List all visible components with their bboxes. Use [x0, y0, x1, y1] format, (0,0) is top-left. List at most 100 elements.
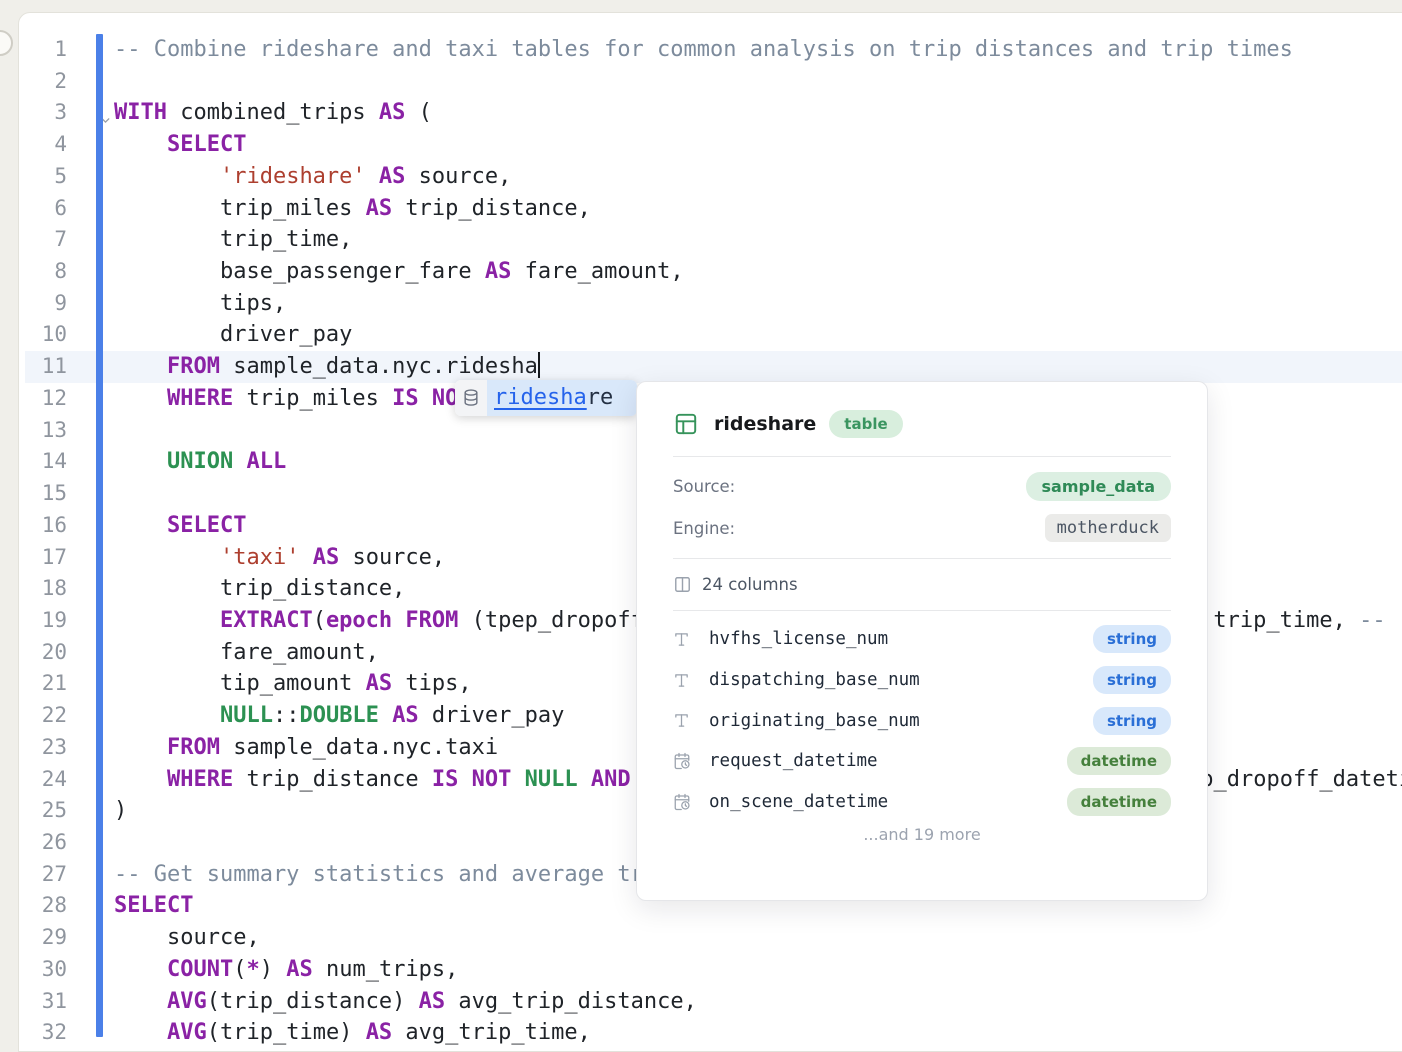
code-text: fare_amount, [114, 637, 379, 669]
line-number: 25 [19, 795, 67, 827]
source-label: Source: [673, 477, 735, 496]
column-type-badge: string [1093, 625, 1171, 653]
column-row: hvfhs_license_numstring [673, 619, 1171, 660]
column-type-badge: string [1093, 707, 1171, 735]
line-number: 26 [19, 827, 67, 859]
line-number: 17 [19, 542, 67, 574]
cursor-caret [538, 352, 540, 378]
code-text: tip_amount AS tips, [114, 668, 472, 700]
line-number: 19 [19, 605, 67, 637]
column-type-badge: datetime [1067, 747, 1171, 775]
line-number: 29 [19, 922, 67, 954]
code-text: WITH combined_trips AS ( [114, 97, 432, 129]
code-line[interactable]: 30 COUNT(*) AS num_trips, [19, 954, 1402, 986]
autocomplete-popup: rideshare [455, 380, 637, 416]
more-columns-note: ...and 19 more [673, 825, 1171, 844]
code-text: tips, [114, 288, 286, 320]
popover-title: rideshare [714, 413, 816, 435]
column-row: originating_base_numstring [673, 700, 1171, 741]
line-number: 5 [19, 161, 67, 193]
line-number: 9 [19, 288, 67, 320]
line-number: 21 [19, 668, 67, 700]
divider [673, 610, 1171, 611]
code-text: trip_miles AS trip_distance, [114, 193, 591, 225]
autocomplete-rest-text: re [587, 385, 614, 410]
line-number: 28 [19, 890, 67, 922]
code-text: AVG(trip_distance) AS avg_trip_distance, [114, 986, 697, 1018]
code-text: AVG(trip_time) AS avg_trip_time, [114, 1017, 591, 1049]
divider [673, 456, 1171, 457]
line-number: 4 [19, 129, 67, 161]
popover-header: rideshare table [673, 408, 1171, 440]
code-line[interactable]: 29 source, [19, 922, 1402, 954]
code-text: base_passenger_fare AS fare_amount, [114, 256, 684, 288]
column-name: hvfhs_license_num [709, 629, 1093, 649]
code-line[interactable]: 11 FROM sample_data.nyc.ridesha [19, 351, 1402, 383]
source-row: Source: sample_data [673, 472, 1171, 500]
gutter-change-bar [96, 34, 103, 1037]
line-number: 2 [19, 66, 67, 98]
line-number: 7 [19, 224, 67, 256]
code-text: FROM sample_data.nyc.ridesha [114, 351, 540, 383]
column-name: request_datetime [709, 751, 1067, 771]
code-line[interactable]: 10 driver_pay [19, 319, 1402, 351]
line-number: 11 [19, 351, 67, 383]
autocomplete-match-text: ridesha [494, 385, 587, 410]
code-text: driver_pay [114, 319, 352, 351]
table-info-popover: rideshare table Source: sample_data Engi… [636, 381, 1208, 901]
code-text: 'taxi' AS source, [114, 542, 445, 574]
code-line[interactable]: 5 'rideshare' AS source, [19, 161, 1402, 193]
code-text: trip_time, [114, 224, 352, 256]
code-text: NULL::DOUBLE AS driver_pay [114, 700, 564, 732]
type-icon [673, 631, 697, 648]
code-text: -- Combine rideshare and taxi tables for… [114, 34, 1293, 66]
line-number: 13 [19, 415, 67, 447]
line-number: 31 [19, 986, 67, 1018]
code-text: SELECT [114, 510, 246, 542]
column-name: dispatching_base_num [709, 670, 1093, 690]
table-icon [673, 411, 699, 437]
code-line[interactable]: 2 [19, 66, 1402, 98]
code-line[interactable]: 7 trip_time, [19, 224, 1402, 256]
engine-badge: motherduck [1045, 514, 1171, 542]
column-name: originating_base_num [709, 711, 1093, 731]
column-list: hvfhs_license_numstringdispatching_base_… [673, 619, 1171, 822]
line-number: 22 [19, 700, 67, 732]
column-row: dispatching_base_numstring [673, 660, 1171, 701]
column-name: on_scene_datetime [709, 792, 1067, 812]
columns-count-row: 24 columns [673, 572, 1171, 596]
columns-icon [673, 575, 692, 594]
code-line[interactable]: 9 tips, [19, 288, 1402, 320]
column-row: on_scene_datetimedatetime [673, 782, 1171, 823]
code-text: SELECT [114, 129, 246, 161]
code-line[interactable]: 31 AVG(trip_distance) AS avg_trip_distan… [19, 986, 1402, 1018]
code-line[interactable]: 1 -- Combine rideshare and taxi tables fo… [19, 34, 1402, 66]
line-number: 15 [19, 478, 67, 510]
line-number: 1 [19, 34, 67, 66]
line-number: 30 [19, 954, 67, 986]
line-number: 12 [19, 383, 67, 415]
engine-label: Engine: [673, 519, 735, 538]
code-text: UNION ALL [114, 446, 286, 478]
calendar-clock-icon [673, 793, 697, 811]
code-line[interactable]: 32 AVG(trip_time) AS avg_trip_time, [19, 1017, 1402, 1049]
code-line[interactable]: 6 trip_miles AS trip_distance, [19, 193, 1402, 225]
column-type-badge: string [1093, 666, 1171, 694]
line-number: 3 [19, 97, 67, 129]
divider [673, 558, 1171, 559]
code-line[interactable]: 3 WITH combined_trips AS ( [19, 97, 1402, 129]
type-icon [673, 672, 697, 689]
code-text: COUNT(*) AS num_trips, [114, 954, 458, 986]
line-number: 32 [19, 1017, 67, 1049]
code-line[interactable]: 8 base_passenger_fare AS fare_amount, [19, 256, 1402, 288]
code-line[interactable]: 4 SELECT [19, 129, 1402, 161]
columns-count: 24 columns [702, 575, 798, 594]
source-badge: sample_data [1026, 472, 1171, 501]
line-number: 18 [19, 573, 67, 605]
engine-row: Engine: motherduck [673, 514, 1171, 542]
line-number: 8 [19, 256, 67, 288]
table-type-badge: table [829, 410, 902, 438]
calendar-clock-icon [673, 752, 697, 770]
autocomplete-item-rideshare[interactable]: rideshare [487, 380, 637, 416]
line-number: 24 [19, 764, 67, 796]
